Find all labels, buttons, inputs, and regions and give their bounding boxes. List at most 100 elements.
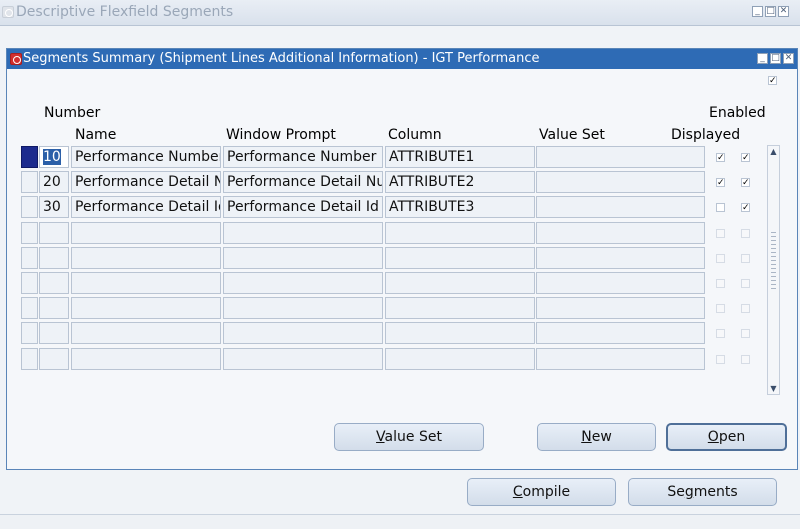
new-button[interactable]: New — [537, 423, 656, 451]
column-cell[interactable]: ATTRIBUTE3 — [385, 196, 535, 218]
column-cell[interactable] — [385, 247, 535, 269]
column-cell[interactable] — [385, 222, 535, 244]
displayed-checkbox[interactable] — [716, 355, 725, 364]
scroll-up-icon[interactable]: ▲ — [768, 146, 779, 157]
row-selector[interactable] — [21, 297, 38, 319]
value-set-cell[interactable] — [536, 297, 705, 319]
number-cell[interactable] — [39, 348, 69, 370]
number-cell[interactable] — [39, 272, 69, 294]
value-set-cell[interactable] — [536, 196, 705, 218]
window-prompt-cell[interactable] — [223, 348, 383, 370]
value-set-mnemonic: V — [376, 429, 385, 445]
row-selector[interactable] — [21, 322, 38, 344]
open-button[interactable]: Open — [666, 423, 787, 451]
new-mnemonic: N — [581, 429, 592, 445]
oracle-app-icon — [2, 6, 14, 18]
header-enabled: Enabled — [709, 105, 766, 121]
displayed-checkbox[interactable] — [716, 203, 725, 212]
row-selector[interactable] — [21, 272, 38, 294]
number-cell[interactable]: 20 — [39, 171, 69, 193]
window-prompt-cell[interactable] — [223, 297, 383, 319]
close-icon[interactable]: ✕ — [778, 6, 789, 17]
header-name: Name — [75, 127, 117, 143]
value-set-cell[interactable] — [536, 322, 705, 344]
column-cell[interactable]: ATTRIBUTE1 — [385, 146, 535, 168]
enabled-checkbox[interactable] — [741, 329, 750, 338]
value-set-cell[interactable] — [536, 348, 705, 370]
enabled-checkbox[interactable]: ✓ — [741, 203, 750, 213]
name-cell[interactable]: Performance Number — [71, 146, 221, 168]
name-cell[interactable] — [71, 222, 221, 244]
compile-button[interactable]: Compile — [467, 478, 616, 506]
column-cell[interactable] — [385, 348, 535, 370]
displayed-checkbox[interactable] — [716, 254, 725, 263]
outer-window-titlebar: Descriptive Flexfield Segments _ □ ✕ — [0, 0, 800, 26]
row-selector[interactable] — [21, 348, 38, 370]
enabled-checkbox[interactable] — [741, 304, 750, 313]
column-cell[interactable] — [385, 272, 535, 294]
inner-window-controls: _ □ ✕ — [757, 53, 794, 64]
column-cell[interactable] — [385, 297, 535, 319]
row-selector[interactable] — [21, 247, 38, 269]
name-cell[interactable] — [71, 348, 221, 370]
name-cell[interactable] — [71, 322, 221, 344]
enabled-checkbox[interactable] — [741, 254, 750, 263]
outer-window-controls: _ □ ✕ — [752, 6, 789, 17]
number-cell[interactable] — [39, 247, 69, 269]
name-cell[interactable]: Performance Detail Id — [71, 196, 221, 218]
name-cell[interactable] — [71, 272, 221, 294]
window-prompt-cell[interactable]: Performance Detail Nur — [223, 171, 383, 193]
window-prompt-cell[interactable]: Performance Number — [223, 146, 383, 168]
row-selector[interactable] — [21, 222, 38, 244]
number-cell[interactable] — [39, 297, 69, 319]
column-cell[interactable] — [385, 322, 535, 344]
enabled-checkbox[interactable] — [741, 229, 750, 238]
close-icon[interactable]: ✕ — [783, 53, 794, 64]
row-selector[interactable] — [21, 196, 38, 218]
column-cell[interactable]: ATTRIBUTE2 — [385, 171, 535, 193]
minimize-icon[interactable]: _ — [752, 6, 763, 17]
compile-mnemonic: C — [512, 484, 523, 500]
number-cell[interactable] — [39, 322, 69, 344]
maximize-icon[interactable]: □ — [765, 6, 776, 17]
displayed-checkbox[interactable] — [716, 304, 725, 313]
value-set-cell[interactable] — [536, 272, 705, 294]
value-set-cell[interactable] — [536, 146, 705, 168]
scroll-down-icon[interactable]: ▼ — [768, 383, 779, 394]
top-right-checkbox[interactable]: ✓ — [768, 76, 777, 86]
header-value-set: Value Set — [539, 127, 605, 143]
segments-button[interactable]: Segments — [628, 478, 777, 506]
enabled-checkbox[interactable]: ✓ — [741, 153, 750, 163]
displayed-checkbox[interactable]: ✓ — [716, 153, 725, 163]
window-prompt-cell[interactable] — [223, 272, 383, 294]
window-prompt-cell[interactable]: Performance Detail Id — [223, 196, 383, 218]
scrollbar-grip[interactable] — [771, 232, 776, 292]
number-cell[interactable]: 10 — [39, 146, 69, 168]
number-cell[interactable] — [39, 222, 69, 244]
maximize-icon[interactable]: □ — [770, 53, 781, 64]
displayed-checkbox[interactable] — [716, 229, 725, 238]
displayed-checkbox[interactable] — [716, 279, 725, 288]
enabled-checkbox[interactable] — [741, 279, 750, 288]
window-prompt-cell[interactable] — [223, 322, 383, 344]
row-selector[interactable] — [21, 146, 38, 168]
name-cell[interactable]: Performance Detail Nu — [71, 171, 221, 193]
minimize-icon[interactable]: _ — [757, 53, 768, 64]
displayed-checkbox[interactable] — [716, 329, 725, 338]
name-cell[interactable] — [71, 297, 221, 319]
value-set-button[interactable]: Value Set — [334, 423, 484, 451]
value-set-cell[interactable] — [536, 222, 705, 244]
row-selector[interactable] — [21, 171, 38, 193]
displayed-checkbox[interactable]: ✓ — [716, 178, 725, 188]
number-cell[interactable]: 30 — [39, 196, 69, 218]
name-cell[interactable] — [71, 247, 221, 269]
enabled-checkbox[interactable]: ✓ — [741, 178, 750, 188]
value-set-cell[interactable] — [536, 247, 705, 269]
window-prompt-cell[interactable] — [223, 222, 383, 244]
header-column: Column — [388, 127, 442, 143]
table-scrollbar[interactable]: ▲ ▼ — [767, 145, 780, 395]
outer-window-title: Descriptive Flexfield Segments — [16, 4, 234, 20]
enabled-checkbox[interactable] — [741, 355, 750, 364]
window-prompt-cell[interactable] — [223, 247, 383, 269]
value-set-cell[interactable] — [536, 171, 705, 193]
